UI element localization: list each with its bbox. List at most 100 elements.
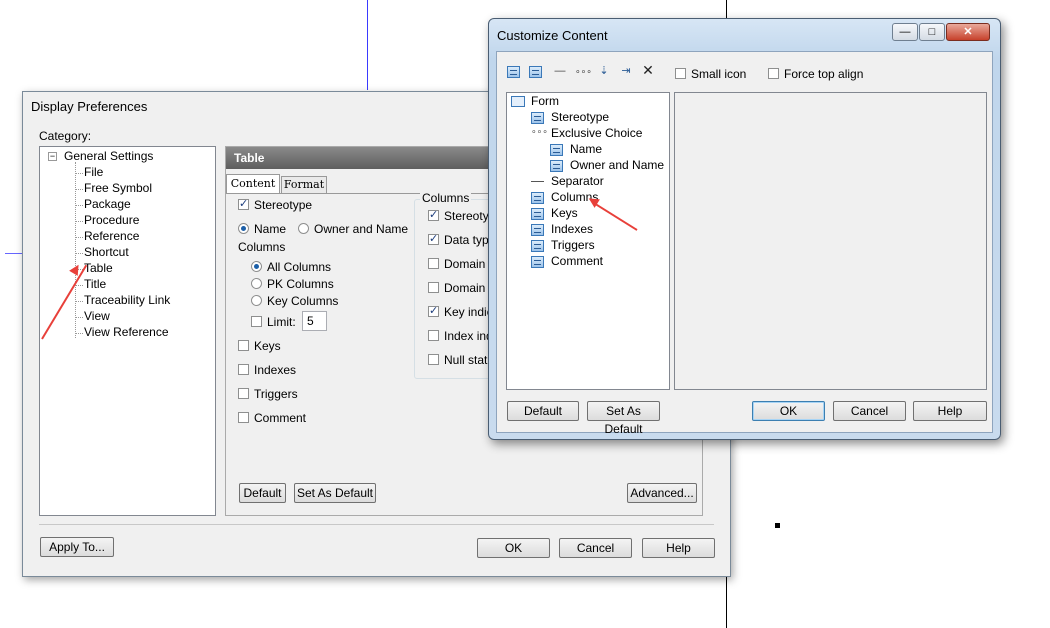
tree-item-view[interactable]: View	[84, 309, 110, 323]
delete-icon[interactable]: ✕	[641, 63, 655, 77]
indexes-label: Indexes	[254, 363, 297, 377]
tree-item-reference[interactable]: Reference	[84, 229, 139, 243]
triggers-checkbox[interactable]	[238, 388, 249, 399]
tree-item-package[interactable]: Package	[84, 197, 131, 211]
background-line	[5, 253, 23, 254]
ok-button[interactable]: OK	[752, 401, 825, 421]
column-option-checkbox[interactable]	[428, 258, 439, 269]
limit-input[interactable]: 5	[302, 311, 327, 331]
tree-item-free-symbol[interactable]: Free Symbol	[84, 181, 152, 195]
divider	[39, 524, 714, 525]
tree-item-procedure[interactable]: Procedure	[84, 213, 139, 227]
tree-item-owner-and-name[interactable]: Owner and Name	[570, 158, 664, 172]
tree-item-shortcut[interactable]: Shortcut	[84, 245, 129, 259]
add-item-icon[interactable]	[507, 66, 520, 78]
apply-to-button[interactable]: Apply To...	[40, 537, 114, 557]
background-dot	[775, 523, 780, 528]
tree-item-traceability-link[interactable]: Traceability Link	[84, 293, 170, 307]
tree-item-comment[interactable]: Comment	[551, 254, 603, 268]
set-as-default-button[interactable]: Set As Default	[587, 401, 660, 436]
tree-item-title[interactable]: Title	[84, 277, 106, 291]
force-top-align-checkbox[interactable]	[768, 68, 779, 79]
tree-item-name[interactable]: Name	[570, 142, 602, 156]
advanced-button[interactable]: Advanced...	[627, 483, 697, 503]
tree-item-triggers[interactable]: Triggers	[551, 238, 595, 252]
minimize-button[interactable]: —	[892, 23, 918, 41]
key-columns-label: Key Columns	[267, 294, 339, 308]
separator-icon	[531, 181, 544, 182]
tree-connector	[75, 205, 83, 206]
stereotype-checkbox[interactable]	[238, 197, 249, 210]
help-button[interactable]: Help	[642, 538, 715, 558]
tree-item-table[interactable]: Table	[84, 261, 113, 275]
move-down-icon[interactable]: ⇣	[597, 65, 611, 78]
pk-columns-radio[interactable]	[251, 278, 262, 289]
owner-and-name-radio[interactable]	[298, 223, 309, 234]
name-radio-label: Name	[254, 222, 287, 236]
cancel-button[interactable]: Cancel	[833, 401, 906, 421]
small-icon-checkbox[interactable]	[675, 68, 686, 79]
column-option-checkbox[interactable]	[428, 282, 439, 293]
customize-content-window: Customize Content — □ ✕ — ∘∘∘ ⇣ ⇥ ✕ Smal…	[488, 18, 1001, 440]
name-radio[interactable]	[238, 223, 249, 234]
tab-content[interactable]: Content	[226, 174, 280, 193]
comment-checkbox[interactable]	[238, 412, 249, 423]
window-title: Customize Content	[497, 28, 608, 43]
key-columns-radio[interactable]	[251, 295, 262, 306]
tab-format[interactable]: Format	[281, 176, 327, 193]
background-line	[367, 0, 368, 90]
panel-header-title: Table	[234, 151, 265, 165]
ok-button[interactable]: OK	[477, 538, 550, 558]
tree-connector	[75, 189, 83, 190]
column-option-checkbox[interactable]	[428, 354, 439, 365]
collapse-icon[interactable]: −	[48, 152, 57, 161]
all-columns-radio[interactable]	[251, 261, 262, 272]
tree-connector	[75, 317, 83, 318]
limit-checkbox[interactable]	[251, 316, 262, 327]
maximize-button[interactable]: □	[919, 23, 945, 41]
limit-label: Limit:	[267, 315, 296, 329]
tree-item-separator[interactable]: Separator	[551, 174, 604, 188]
force-top-align-label: Force top align	[784, 67, 864, 81]
category-tree[interactable]: − General Settings File Free Symbol Packag…	[39, 146, 216, 516]
add-subitem-icon[interactable]	[529, 66, 542, 78]
default-button[interactable]: Default	[507, 401, 579, 421]
tree-item-general-settings[interactable]: General Settings	[64, 149, 153, 163]
tree-item-keys[interactable]: Keys	[551, 206, 578, 220]
tree-item-exclusive-choice[interactable]: Exclusive Choice	[551, 126, 642, 140]
content-tree[interactable]: Form Stereotype ∘∘∘ Exclusive Choice Name Ow…	[506, 92, 670, 390]
comment-label: Comment	[254, 411, 307, 425]
tree-item-form[interactable]: Form	[531, 94, 559, 108]
column-option-checkbox[interactable]	[428, 232, 439, 245]
item-icon	[531, 240, 544, 252]
help-button[interactable]: Help	[913, 401, 987, 421]
columns-group-label: Columns	[420, 191, 472, 205]
set-as-default-button[interactable]: Set As Default	[294, 483, 376, 503]
column-option-checkbox[interactable]	[428, 304, 439, 317]
tree-connector	[75, 173, 83, 174]
tree-item-indexes[interactable]: Indexes	[551, 222, 593, 236]
indent-icon[interactable]: ⇥	[619, 65, 633, 78]
tree-item-stereotype[interactable]: Stereotype	[551, 110, 609, 124]
cancel-button[interactable]: Cancel	[559, 538, 632, 558]
keys-checkbox[interactable]	[238, 340, 249, 351]
column-option-checkbox[interactable]	[428, 330, 439, 341]
tree-item-view-reference[interactable]: View Reference	[84, 325, 169, 339]
indexes-checkbox[interactable]	[238, 364, 249, 375]
stereotype-label: Stereotype	[254, 198, 313, 212]
default-button[interactable]: Default	[239, 483, 286, 503]
tree-connector	[75, 253, 83, 254]
owner-and-name-label: Owner and Name	[314, 222, 409, 236]
tree-item-file[interactable]: File	[84, 165, 103, 179]
item-icon	[550, 144, 563, 156]
item-icon	[531, 256, 544, 268]
separator-icon[interactable]: —	[553, 65, 567, 78]
exclusive-choice-icon[interactable]: ∘∘∘	[575, 65, 592, 78]
category-label: Category:	[39, 129, 92, 143]
keys-label: Keys	[254, 339, 281, 353]
close-button[interactable]: ✕	[946, 23, 990, 41]
item-icon	[531, 224, 544, 236]
dialog-client: — ∘∘∘ ⇣ ⇥ ✕ Small icon Force top align F…	[496, 51, 993, 436]
column-option-checkbox[interactable]	[428, 208, 439, 221]
exclusive-choice-icon: ∘∘∘	[531, 126, 548, 136]
